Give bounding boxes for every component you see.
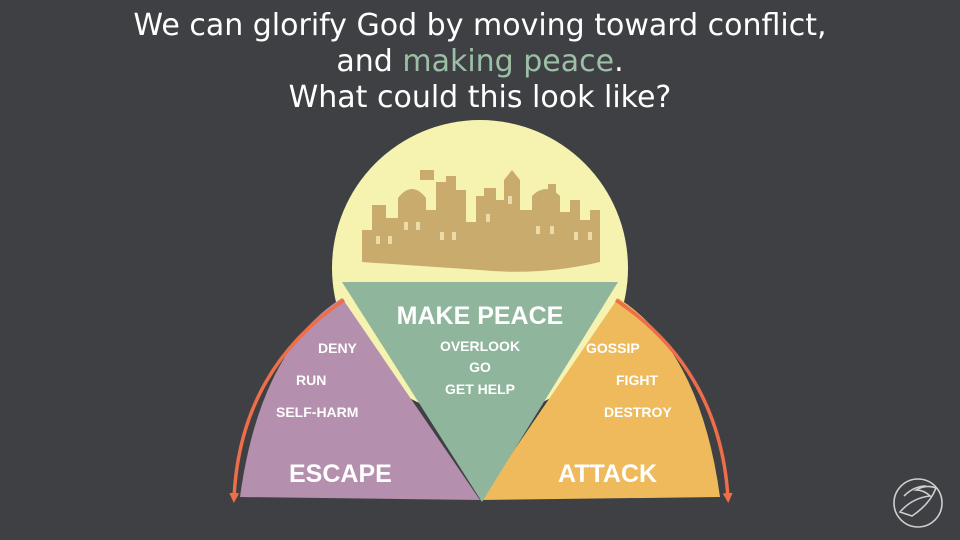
attack-item: DESTROY bbox=[604, 404, 672, 420]
attack-heading: ATTACK bbox=[558, 460, 657, 488]
attack-item: GOSSIP bbox=[586, 340, 640, 356]
escape-heading: ESCAPE bbox=[289, 460, 392, 488]
peace-item: OVERLOOK bbox=[440, 338, 520, 354]
escape-item: DENY bbox=[318, 340, 358, 356]
peace-heading: MAKE PEACE bbox=[397, 302, 564, 330]
dove-logo-icon bbox=[893, 478, 943, 528]
peace-item: GET HELP bbox=[445, 381, 515, 397]
escape-item: SELF-HARM bbox=[276, 404, 358, 420]
peace-item: GO bbox=[469, 359, 491, 375]
attack-item: FIGHT bbox=[616, 372, 658, 388]
peacemaking-diagram: MAKE PEACE OVERLOOK GO GET HELP DENY RUN… bbox=[229, 120, 943, 528]
escape-item: RUN bbox=[296, 372, 326, 388]
